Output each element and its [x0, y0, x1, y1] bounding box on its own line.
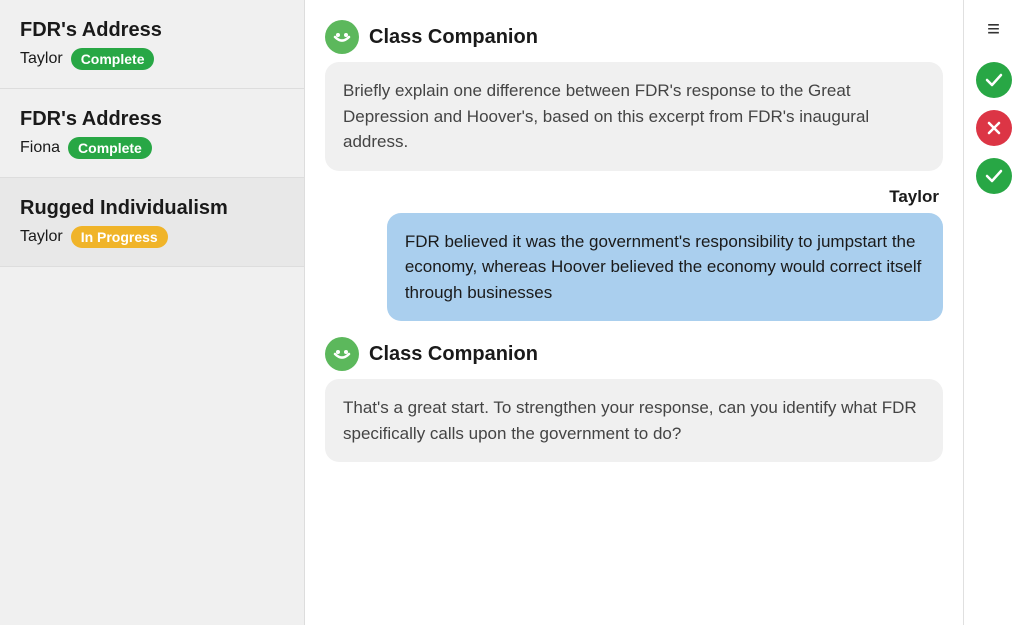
sidebar-item-meta-2: Taylor In Progress [20, 226, 284, 248]
sidebar-item-2[interactable]: Rugged Individualism Taylor In Progress [0, 178, 304, 267]
companion-message-2: Class Companion That's a great start. To… [325, 337, 943, 462]
sidebar-item-1[interactable]: FDR's Address Fiona Complete [0, 89, 304, 178]
companion-header-2: Class Companion [325, 337, 943, 371]
sidebar-item-meta-0: Taylor Complete [20, 48, 284, 70]
sidebar-item-title-1: FDR's Address [20, 107, 284, 131]
companion-avatar-2 [325, 337, 359, 371]
chat-area: Class Companion Briefly explain one diff… [305, 0, 963, 625]
action-btn-approve-2[interactable] [976, 158, 1012, 194]
user-message-1: Taylor FDR believed it was the governmen… [325, 187, 943, 322]
sidebar-item-badge-0: Complete [71, 48, 155, 70]
sidebar-item-meta-1: Fiona Complete [20, 137, 284, 159]
action-btn-reject-1[interactable] [976, 110, 1012, 146]
companion-bubble-0: Briefly explain one difference between F… [325, 62, 943, 171]
companion-name-0: Class Companion [369, 26, 538, 49]
companion-message-0: Class Companion Briefly explain one diff… [325, 20, 943, 171]
right-panel: ≡ [963, 0, 1023, 625]
sidebar: FDR's Address Taylor Complete FDR's Addr… [0, 0, 305, 625]
menu-icon[interactable]: ≡ [987, 16, 1000, 42]
companion-avatar-0 [325, 20, 359, 54]
sidebar-item-badge-2: In Progress [71, 226, 168, 248]
companion-bubble-2: That's a great start. To strengthen your… [325, 379, 943, 462]
sidebar-item-user-0: Taylor [20, 50, 63, 68]
user-bubble-1: FDR believed it was the government's res… [387, 213, 943, 322]
action-btn-approve-0[interactable] [976, 62, 1012, 98]
sidebar-item-title-0: FDR's Address [20, 18, 284, 42]
sidebar-item-0[interactable]: FDR's Address Taylor Complete [0, 0, 304, 89]
sidebar-item-user-2: Taylor [20, 228, 63, 246]
user-name-1: Taylor [889, 187, 939, 207]
sidebar-item-user-1: Fiona [20, 139, 60, 157]
sidebar-item-badge-1: Complete [68, 137, 152, 159]
companion-header-0: Class Companion [325, 20, 943, 54]
sidebar-item-title-2: Rugged Individualism [20, 196, 284, 220]
companion-name-2: Class Companion [369, 343, 538, 366]
